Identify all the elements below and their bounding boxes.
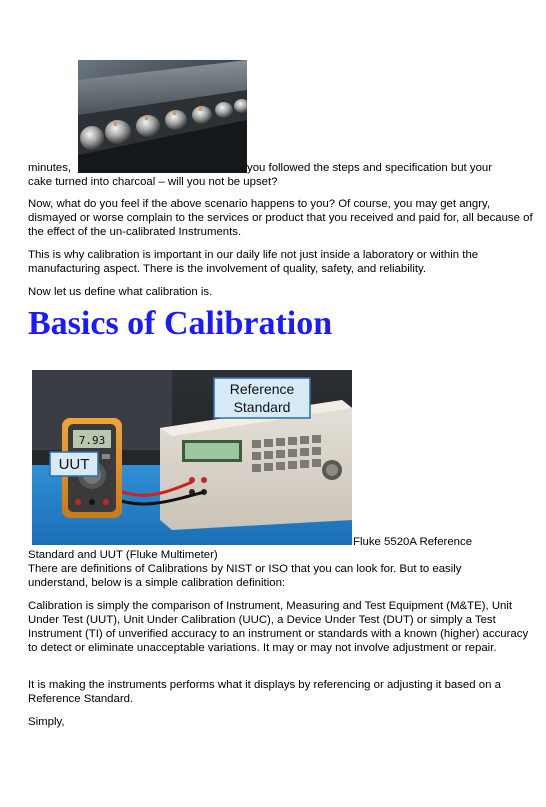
- paragraph-calibration-definition: Calibration is simply the comparison of …: [28, 600, 529, 654]
- calibration-equipment-image: 7.93 Reference Standard UUT: [32, 370, 352, 545]
- reference-label-line2: Standard: [234, 399, 291, 415]
- figure-caption-end: Standard and UUT (Fluke Multimeter): [28, 549, 218, 561]
- paragraph-define: Now let us define what calibration is.: [28, 286, 213, 298]
- paragraph-scenario: Now, what do you feel if the above scena…: [28, 198, 533, 238]
- oven-knobs-photo: [78, 60, 247, 173]
- paragraph-making: It is making the instruments performs wh…: [28, 679, 501, 705]
- uut-label-text: UUT: [59, 456, 90, 473]
- paragraph-simply: Simply,: [28, 716, 65, 728]
- intro-line1-end: you followed the steps and specification…: [247, 162, 493, 174]
- uut-label: UUT: [49, 451, 99, 477]
- figure-caption-start: Fluke 5520A Reference: [353, 536, 473, 548]
- oven-knobs-image: [78, 60, 247, 173]
- calibration-equipment-photo: 7.93 Reference Standard UUT: [32, 370, 352, 545]
- intro-line2: cake turned into charcoal – will you not…: [28, 176, 278, 188]
- reference-label-line1: Reference: [230, 381, 295, 397]
- paragraph-definitions-intro: There are definitions of Calibrations by…: [28, 563, 462, 589]
- intro-line1-start: minutes,: [28, 162, 72, 174]
- paragraph-why: This is why calibration is important in …: [28, 249, 479, 275]
- meter-reading: 7.93: [79, 434, 106, 447]
- document-page: minutes, you followed the steps and spec…: [0, 0, 546, 807]
- section-heading: Basics of Calibration: [28, 305, 333, 342]
- reference-standard-label: Reference Standard: [213, 377, 311, 419]
